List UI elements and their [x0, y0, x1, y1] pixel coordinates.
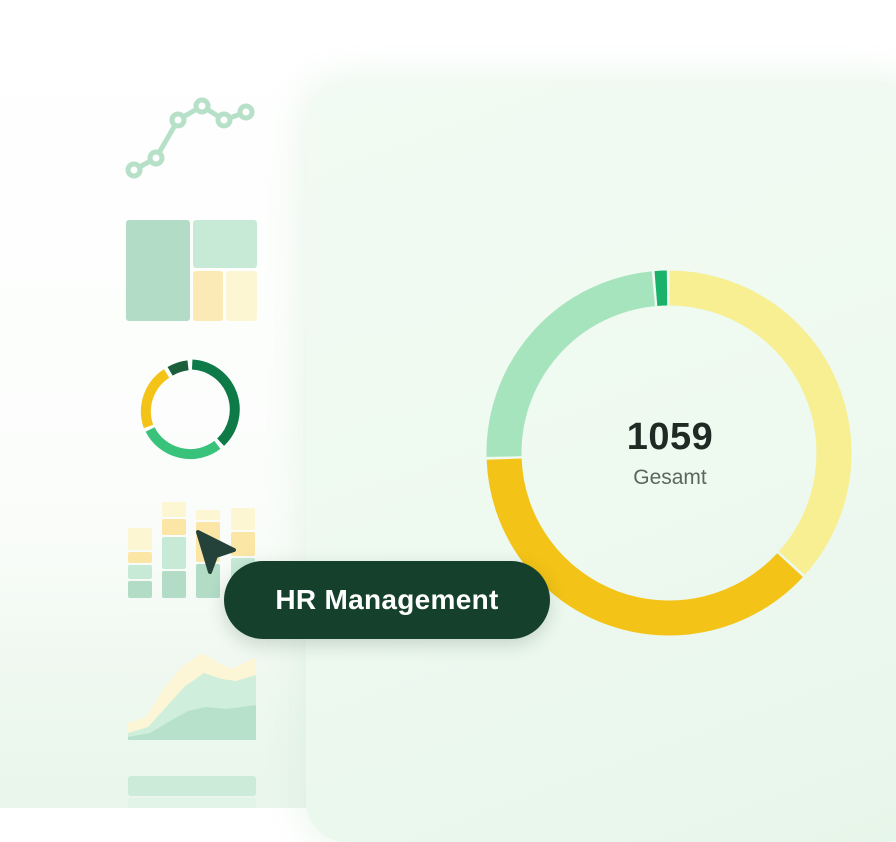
- tooltip-label: HR Management: [275, 584, 499, 615]
- total-value: 1059: [626, 416, 714, 458]
- total-label: Gesamt: [633, 466, 707, 489]
- hr-management-tooltip[interactable]: HR Management: [224, 561, 550, 639]
- cursor-icon: [196, 530, 236, 574]
- donut-chart: [486, 270, 852, 636]
- donut-segment-1[interactable]: [654, 270, 668, 306]
